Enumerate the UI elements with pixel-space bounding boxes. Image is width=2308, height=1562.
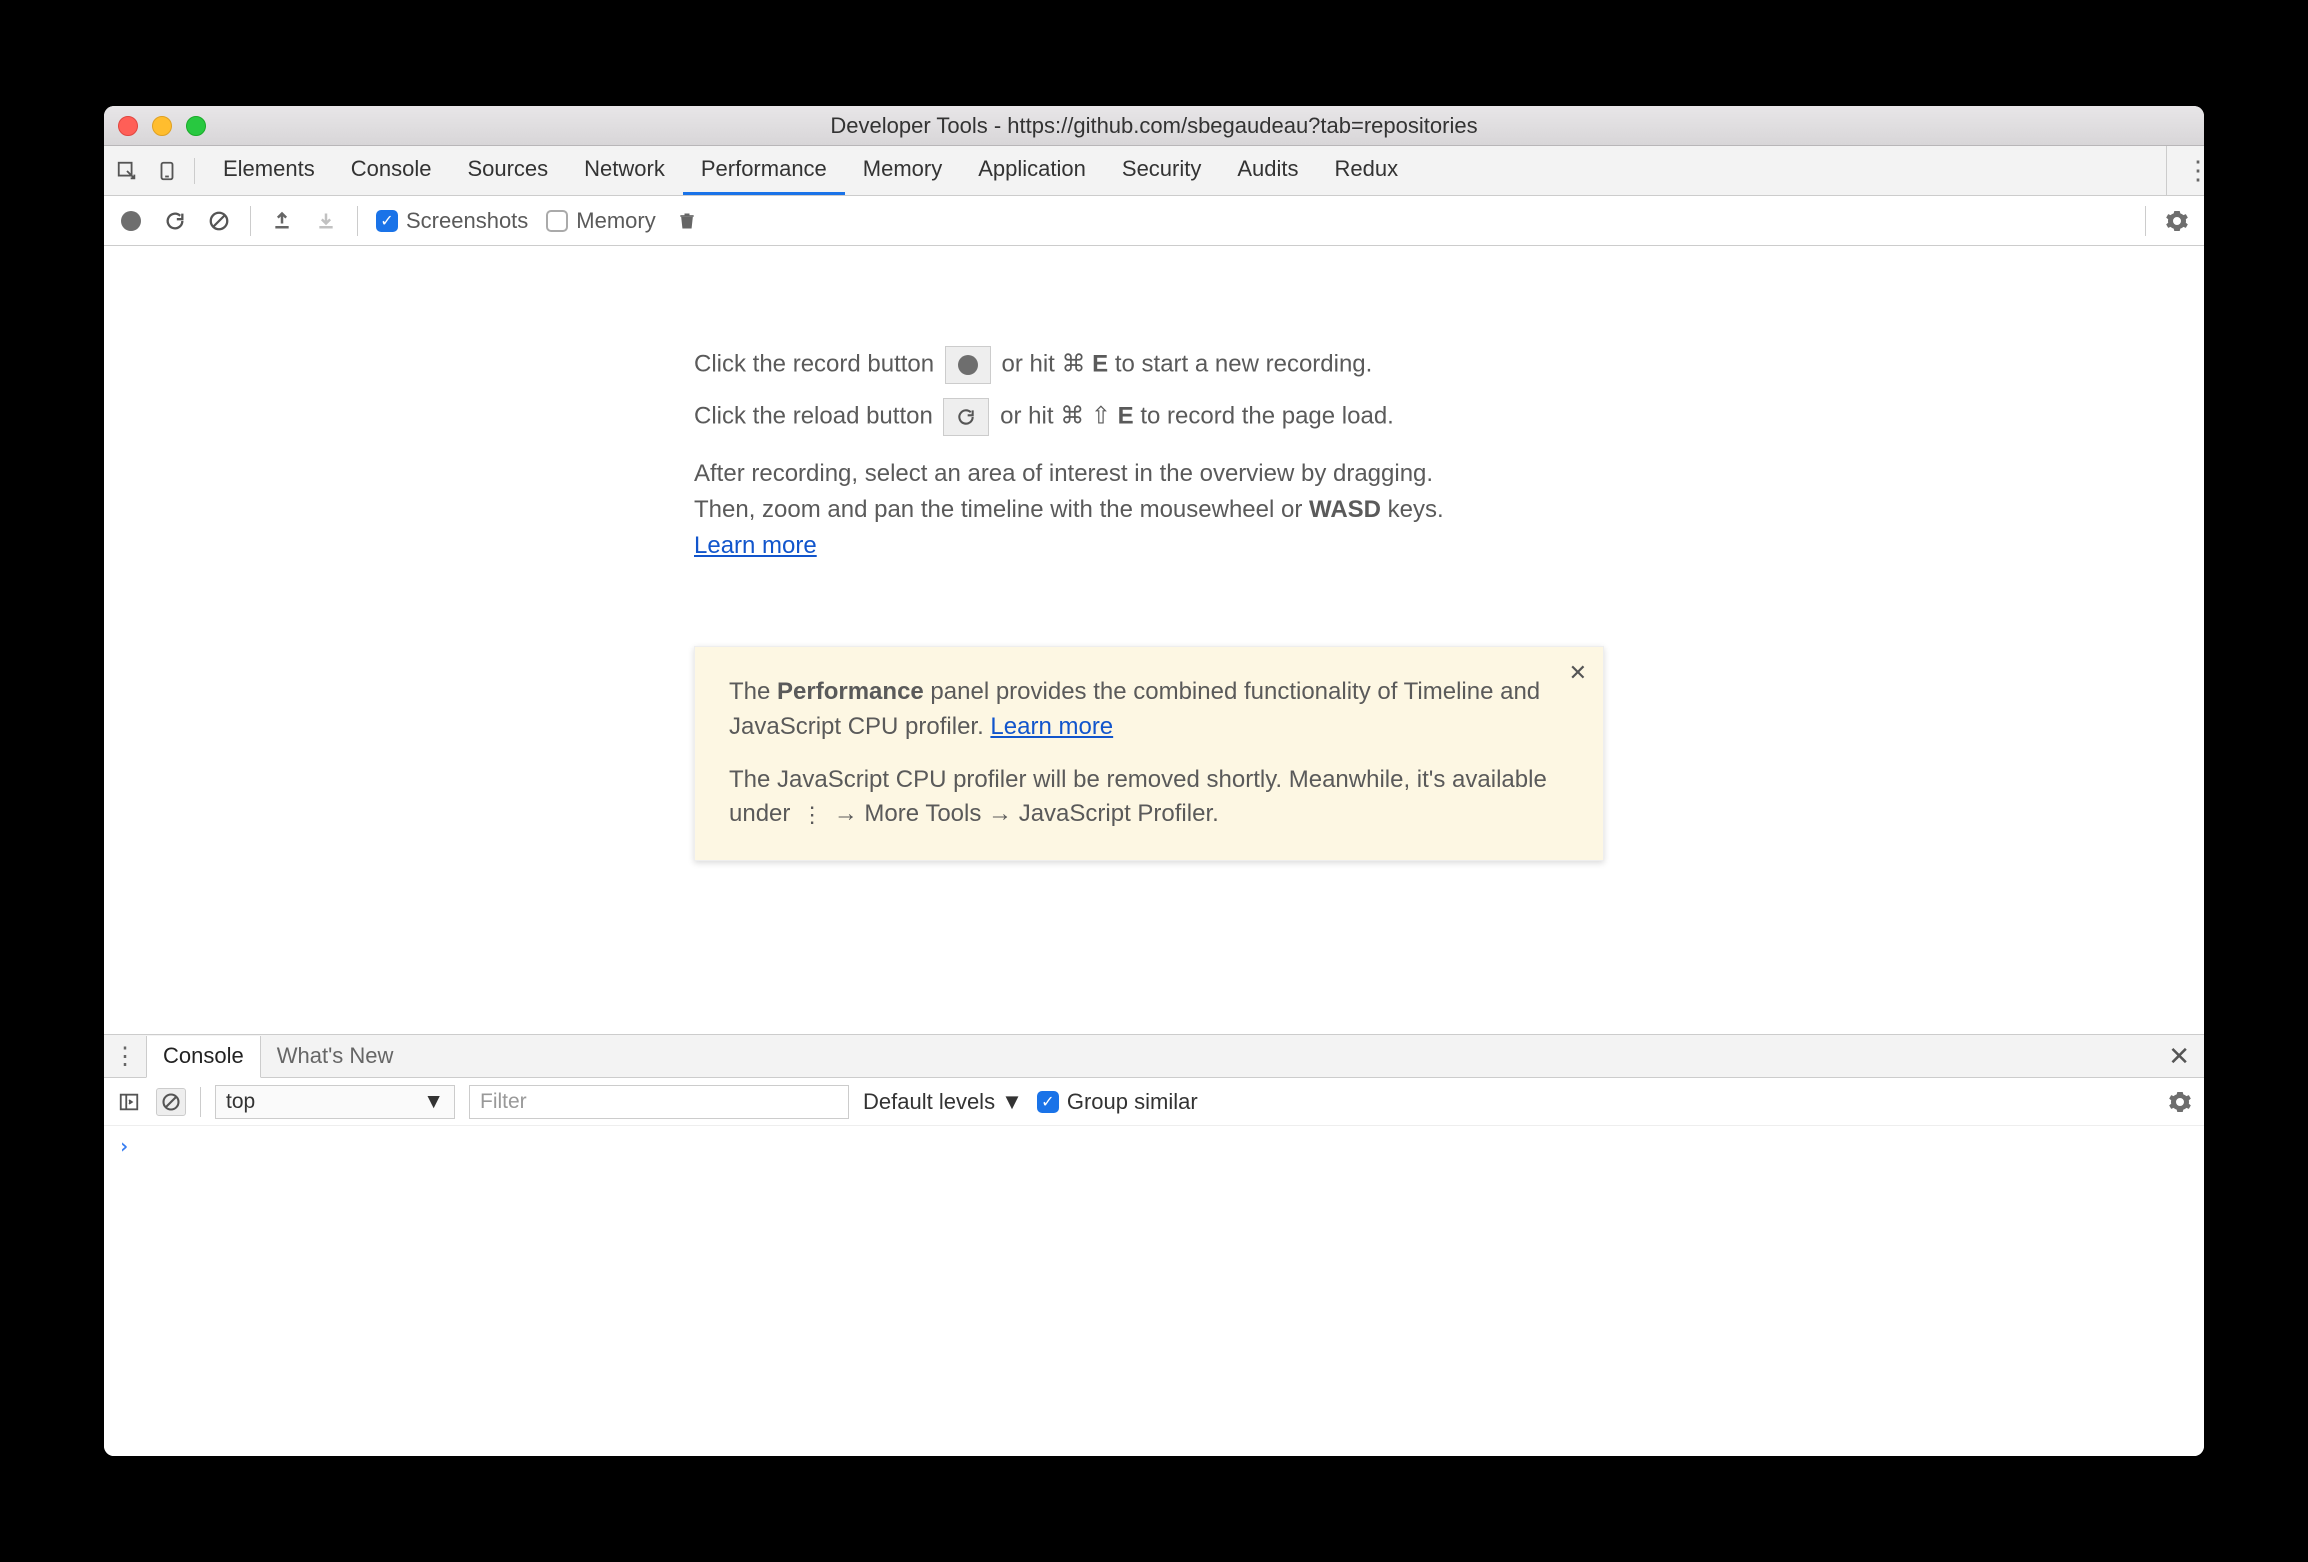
console-filter-input[interactable]: Filter xyxy=(469,1085,849,1119)
tab-application[interactable]: Application xyxy=(960,146,1104,195)
reload-hint-button[interactable] xyxy=(943,398,989,436)
save-profile-button[interactable] xyxy=(313,208,339,234)
kebab-icon-inline: ⋮ xyxy=(801,799,823,831)
memory-label: Memory xyxy=(576,208,655,234)
console-prompt: › xyxy=(118,1134,130,1158)
learn-more-link[interactable]: Learn more xyxy=(694,532,817,559)
execution-context-selector[interactable]: top ▼ xyxy=(215,1085,455,1119)
console-output[interactable]: › xyxy=(104,1126,2204,1456)
log-levels-label: Default levels xyxy=(863,1089,995,1115)
performance-panel: Click the record button or hit ⌘ E to st… xyxy=(104,246,2204,1034)
filter-placeholder: Filter xyxy=(480,1090,527,1114)
tab-memory[interactable]: Memory xyxy=(845,146,960,195)
record-hint-pre: Click the record button xyxy=(694,350,941,377)
group-similar-checkbox[interactable]: ✓ Group similar xyxy=(1037,1089,1198,1115)
tab-redux[interactable]: Redux xyxy=(1317,146,1417,195)
record-button[interactable] xyxy=(118,208,144,234)
e-key: E xyxy=(1092,350,1108,377)
record-hint-post: or hit xyxy=(1001,350,1061,377)
notice-p1-bold: Performance xyxy=(777,678,924,705)
capture-settings-icon[interactable] xyxy=(2164,208,2190,234)
record-hint-end: to start a new recording. xyxy=(1115,350,1372,377)
devtools-window: Developer Tools - https://github.com/sbe… xyxy=(104,106,2204,1456)
execution-context-value: top xyxy=(226,1090,255,1114)
clear-console-button[interactable] xyxy=(156,1088,186,1116)
notice-p1-pre: The xyxy=(729,678,777,705)
close-notice-button[interactable]: ✕ xyxy=(1569,657,1587,689)
tab-performance[interactable]: Performance xyxy=(683,146,845,195)
log-levels-selector[interactable]: Default levels ▼ xyxy=(863,1089,1023,1115)
reload-hint-pre: Click the reload button xyxy=(694,402,939,429)
panel-tabs: Elements Console Sources Network Perform… xyxy=(205,146,1416,195)
drawer-close-button[interactable]: ✕ xyxy=(2168,1041,2190,1072)
drawer-tab-whats-new[interactable]: What's New xyxy=(261,1035,410,1077)
e-key-2: E xyxy=(1118,402,1134,429)
cmd-key: ⌘ xyxy=(1062,351,1086,377)
drawer-tab-console[interactable]: Console xyxy=(146,1036,261,1078)
performance-toolbar: ✓ Screenshots Memory xyxy=(104,196,2204,246)
zoom-hint-pre: Then, zoom and pan the timeline with the… xyxy=(694,496,1309,523)
tab-sources[interactable]: Sources xyxy=(449,146,566,195)
tab-console[interactable]: Console xyxy=(333,146,450,195)
instructions: Click the record button or hit ⌘ E to st… xyxy=(694,346,1544,578)
reload-record-button[interactable] xyxy=(162,208,188,234)
tab-security[interactable]: Security xyxy=(1104,146,1219,195)
memory-checkbox[interactable]: Memory xyxy=(546,208,655,234)
main-menu-icon[interactable]: ⋮ xyxy=(2166,146,2194,195)
inspect-element-icon[interactable] xyxy=(114,158,140,184)
device-toolbar-icon[interactable] xyxy=(154,158,180,184)
zoom-hint-post: keys. xyxy=(1381,496,1444,523)
reload-hint-post: or hit xyxy=(1000,402,1060,429)
shift-key: ⇧ xyxy=(1091,403,1111,429)
drawer-tabbar: ⋮ Console What's New ✕ xyxy=(104,1034,2204,1078)
dropdown-arrow-icon: ▼ xyxy=(423,1090,444,1114)
reload-hint-end: to record the page load. xyxy=(1140,402,1394,429)
wasd-keys: WASD xyxy=(1309,496,1381,523)
more-tools-text: More Tools xyxy=(864,800,981,827)
window-title: Developer Tools - https://github.com/sbe… xyxy=(104,113,2204,139)
tab-audits[interactable]: Audits xyxy=(1219,146,1316,195)
info-notice: ✕ The Performance panel provides the com… xyxy=(694,646,1604,861)
show-console-sidebar-icon[interactable] xyxy=(116,1089,142,1115)
garbage-collect-button[interactable] xyxy=(674,208,700,234)
tab-network[interactable]: Network xyxy=(566,146,683,195)
record-hint-button[interactable] xyxy=(945,346,991,384)
clear-button[interactable] xyxy=(206,208,232,234)
screenshots-checkbox[interactable]: ✓ Screenshots xyxy=(376,208,528,234)
tab-elements[interactable]: Elements xyxy=(205,146,333,195)
main-toolbar: Elements Console Sources Network Perform… xyxy=(104,146,2204,196)
group-similar-label: Group similar xyxy=(1067,1089,1198,1115)
screenshots-label: Screenshots xyxy=(406,208,528,234)
drawer-menu-icon[interactable]: ⋮ xyxy=(104,1042,146,1071)
dropdown-arrow-icon: ▼ xyxy=(1001,1089,1023,1115)
cmd-key-2: ⌘ xyxy=(1060,403,1084,429)
notice-learn-more-link[interactable]: Learn more xyxy=(990,713,1113,740)
console-settings-icon[interactable] xyxy=(2168,1090,2192,1114)
console-toolbar: top ▼ Filter Default levels ▼ ✓ Group si… xyxy=(104,1078,2204,1126)
load-profile-button[interactable] xyxy=(269,208,295,234)
drag-hint: After recording, select an area of inter… xyxy=(694,460,1433,487)
js-profiler-text: JavaScript Profiler. xyxy=(1019,800,1219,827)
window-titlebar: Developer Tools - https://github.com/sbe… xyxy=(104,106,2204,146)
